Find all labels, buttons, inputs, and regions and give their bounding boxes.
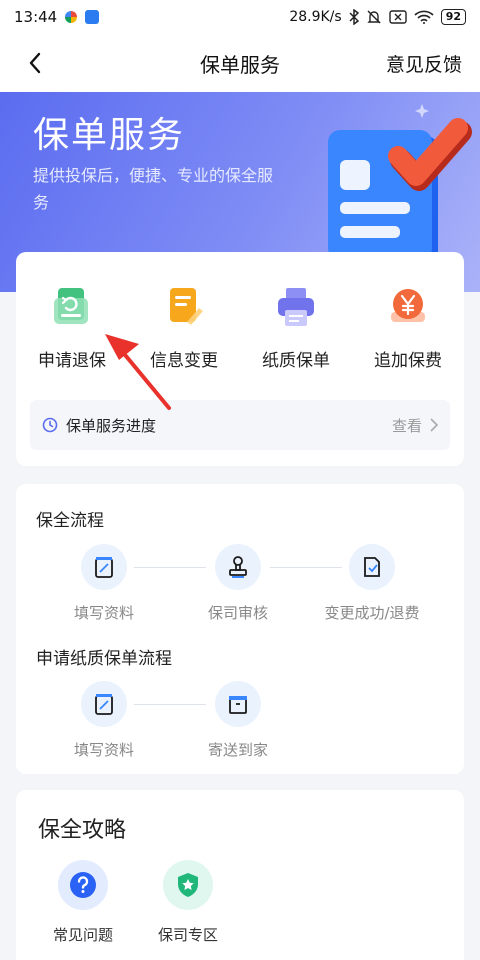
printer-icon [271, 282, 321, 332]
flow-step-label: 填写资料 [73, 741, 134, 759]
shield-star-icon [163, 860, 213, 910]
flow-step: 寄送到家 [168, 681, 308, 760]
nav-bar: 保单服务 意见反馈 [0, 34, 480, 92]
refund-document-icon [47, 282, 97, 332]
chevron-right-icon [430, 418, 438, 432]
flow-step: 填写资料 [34, 681, 174, 760]
insurer-zone-entry[interactable]: 保司专区 [138, 860, 238, 945]
network-speed: 28.9K/s [289, 9, 342, 25]
document-check-illustration [328, 104, 472, 266]
service-progress-row[interactable]: 保单服务进度 查看 [30, 400, 450, 450]
fill-form-icon [81, 681, 127, 727]
fill-form-icon [81, 544, 127, 590]
guide-card: 保全攻略 常见问题 保司专区 [16, 790, 464, 960]
stamp-review-icon [215, 544, 261, 590]
flow-step: 变更成功/退费 [302, 544, 442, 623]
service-paper-policy[interactable]: 纸质保单 [240, 282, 352, 371]
service-add-premium[interactable]: 追加保费 [352, 282, 464, 371]
wifi-icon [414, 10, 434, 24]
services-card: 申请退保 信息变更 纸质保单 追加保费 保单服务进度 查看 [16, 252, 464, 466]
status-time: 13:44 [14, 8, 58, 26]
guide-title: 保全攻略 [38, 818, 127, 843]
hero-title: 保单服务 [33, 115, 186, 156]
question-icon [58, 860, 108, 910]
sim-disabled-icon [388, 10, 407, 24]
service-label: 纸质保单 [262, 351, 330, 371]
flow-step-label: 变更成功/退费 [324, 604, 420, 622]
bluetooth-icon [349, 9, 359, 25]
service-label: 追加保费 [374, 351, 442, 371]
hero-subtitle: 提供投保后，便捷、专业的保全服务 [33, 166, 274, 212]
annotation-arrow-icon [105, 334, 171, 410]
chevron-left-icon [29, 52, 41, 74]
app-notification-icon [65, 11, 78, 23]
flow-step: 填写资料 [34, 544, 174, 623]
flow-step: 保司审核 [168, 544, 308, 623]
view-progress-link[interactable]: 查看 [392, 415, 422, 436]
delivery-box-icon [215, 681, 261, 727]
document-success-icon [349, 544, 395, 590]
guide-label: 保司专区 [157, 926, 218, 944]
process-card: 保全流程 填写资料 保司审核 变更成功/退费 申请纸质保单流程 填写资料 寄送到… [16, 484, 464, 774]
status-bar: 13:44 28.9K/s 92 [0, 0, 480, 34]
back-button[interactable] [20, 48, 50, 78]
gallery-notification-icon [85, 10, 100, 24]
battery-indicator: 92 [440, 9, 466, 25]
flow-section-title: 保全流程 [36, 511, 104, 531]
mute-bell-icon [366, 10, 381, 24]
flow-step-label: 保司审核 [207, 604, 268, 622]
flow-step-label: 寄送到家 [207, 741, 268, 759]
guide-label: 常见问题 [52, 926, 113, 944]
yen-coin-icon [383, 282, 433, 332]
edit-document-icon [159, 282, 209, 332]
clock-icon [42, 417, 58, 433]
faq-entry[interactable]: 常见问题 [33, 860, 133, 945]
flow-step-label: 填写资料 [73, 604, 134, 622]
flow-section-title: 申请纸质保单流程 [36, 649, 172, 669]
feedback-link[interactable]: 意见反馈 [386, 50, 462, 77]
